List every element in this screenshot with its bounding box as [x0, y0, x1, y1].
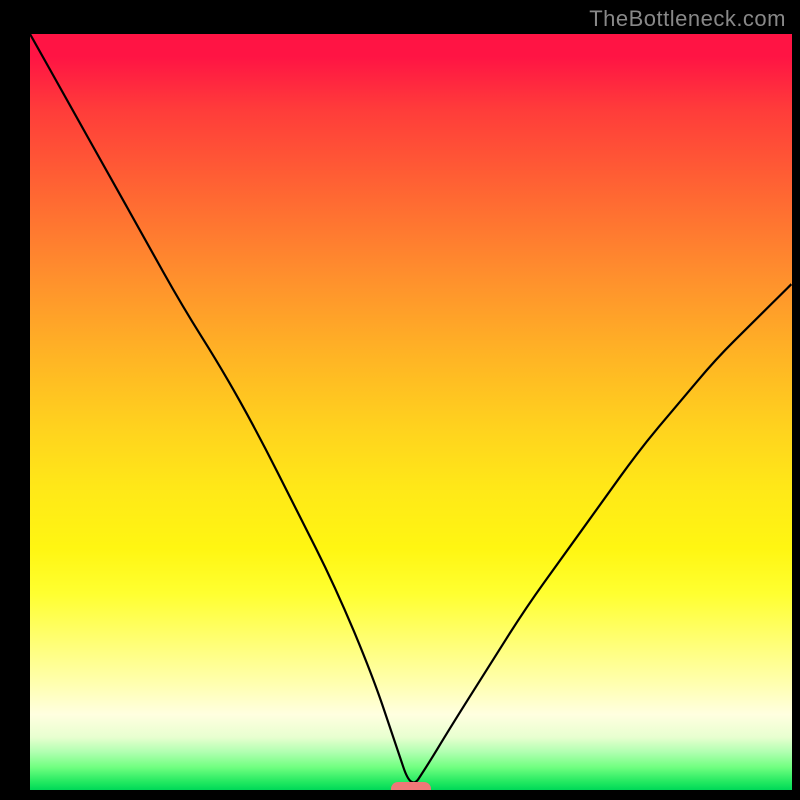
minimum-marker — [391, 782, 431, 790]
bottleneck-curve — [30, 34, 792, 790]
watermark-text: TheBottleneck.com — [589, 6, 786, 32]
chart-plot-area — [30, 34, 792, 790]
